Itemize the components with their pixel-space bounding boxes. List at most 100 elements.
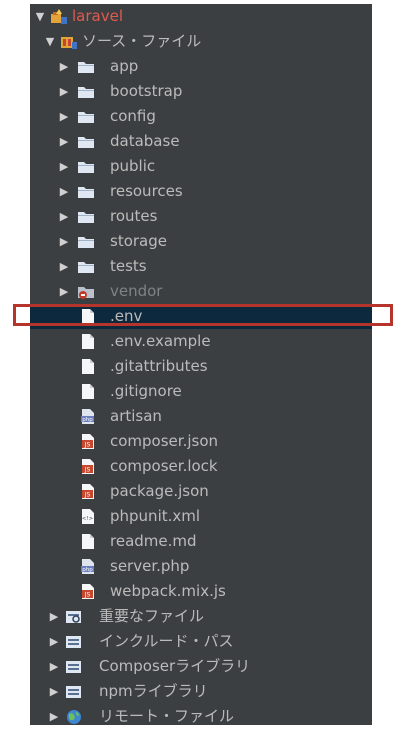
collapsed-arrow-icon[interactable]: ▶ <box>58 54 70 79</box>
js-file-icon: JS <box>82 584 94 599</box>
svg-text:<!>: <!> <box>82 516 94 522</box>
tree-item-label: routes <box>110 207 158 225</box>
folder-icon <box>78 237 94 248</box>
tree-item-folder[interactable]: ▶ resources <box>30 179 372 204</box>
svg-text:JS: JS <box>84 592 91 599</box>
tree-item-folder[interactable]: ▶ tests <box>30 254 372 279</box>
tree-item-folder[interactable]: ▶ bootstrap <box>30 79 372 104</box>
tree-item-label: artisan <box>110 407 162 425</box>
file-icon <box>82 334 94 349</box>
tree-item-folder[interactable]: ▶ public <box>30 154 372 179</box>
expanded-arrow-icon[interactable]: ▼ <box>34 4 46 29</box>
tree-item-label: phpunit.xml <box>110 507 201 525</box>
collapsed-arrow-icon[interactable]: ▶ <box>58 129 70 154</box>
folder-icon <box>78 137 94 148</box>
tree-item-folder[interactable]: ▶ vendor <box>30 279 372 304</box>
folder-icon <box>78 187 94 198</box>
tree-item-file[interactable]: JS webpack.mix.js <box>30 579 372 604</box>
collapsed-arrow-icon[interactable]: ▶ <box>48 704 60 729</box>
collapsed-arrow-icon[interactable]: ▶ <box>48 604 60 629</box>
collapsed-arrow-icon[interactable]: ▶ <box>58 79 70 104</box>
tree-item-label: database <box>110 132 180 150</box>
tree-item-file[interactable]: <!> phpunit.xml <box>30 504 372 529</box>
svg-text:php: php <box>82 567 93 573</box>
ignored-folder-icon <box>78 287 94 299</box>
tree-item-label: laravel <box>72 7 123 25</box>
tree-item-file[interactable]: JS composer.json <box>30 429 372 454</box>
xml-file-icon: <!> <box>82 509 94 524</box>
collapsed-arrow-icon[interactable]: ▶ <box>58 279 70 304</box>
library-icon <box>66 661 81 673</box>
tree-item-label: vendor <box>110 282 163 300</box>
folder-icon <box>78 262 94 273</box>
tree-item-label: インクルード・パス <box>99 632 234 650</box>
tree-item-file[interactable]: php artisan <box>30 404 372 429</box>
collapsed-arrow-icon[interactable]: ▶ <box>58 179 70 204</box>
tree-item-folder[interactable]: ▶ database <box>30 129 372 154</box>
tree-item-label: storage <box>110 232 167 250</box>
include-path-icon <box>66 636 81 648</box>
collapsed-arrow-icon[interactable]: ▶ <box>58 229 70 254</box>
php-file-icon: php <box>81 559 94 574</box>
collapsed-arrow-icon[interactable]: ▶ <box>58 154 70 179</box>
tree-item-file[interactable]: .gitattributes <box>30 354 372 379</box>
tree-item-label: 重要なファイル <box>99 607 205 625</box>
js-file-icon: JS <box>82 484 94 499</box>
tree-item-npm-libraries[interactable]: ▶ npmライブラリ <box>30 679 372 704</box>
project-icon <box>51 9 67 24</box>
tree-item-source-files[interactable]: ▼ ソース・ファイル <box>30 29 372 54</box>
tree-item-file[interactable]: JS package.json <box>30 479 372 504</box>
tree-item-remote-files[interactable]: ▶ リモート・ファイル <box>30 704 372 729</box>
folder-icon <box>78 112 94 123</box>
tree-item-label: npmライブラリ <box>99 682 208 700</box>
tree-item-folder[interactable]: ▶ config <box>30 104 372 129</box>
tree-item-file[interactable]: .env.example <box>30 329 372 354</box>
svg-text:JS: JS <box>84 442 91 449</box>
expanded-arrow-icon[interactable]: ▼ <box>44 29 56 54</box>
tree-item-label: resources <box>110 182 183 200</box>
tree-item-file[interactable]: .gitignore <box>30 379 372 404</box>
tree-item-file[interactable]: readme.md <box>30 529 372 554</box>
tree-item-label: Composerライブラリ <box>99 657 251 675</box>
highlight-frame <box>13 304 393 326</box>
svg-text:JS: JS <box>84 467 91 474</box>
js-file-icon: JS <box>82 459 94 474</box>
tree-item-label: public <box>110 157 156 175</box>
folder-icon <box>78 62 94 73</box>
tree-item-label: config <box>110 107 156 125</box>
tree-item-folder[interactable]: ▶ app <box>30 54 372 79</box>
tree-item-label: bootstrap <box>110 82 183 100</box>
tree-item-important-files[interactable]: ▶ 重要なファイル <box>30 604 372 629</box>
source-package-icon <box>61 37 77 49</box>
folder-icon <box>78 87 94 98</box>
library-icon <box>66 686 81 698</box>
tree-item-label: ソース・ファイル <box>82 32 202 50</box>
tree-item-file[interactable]: JS composer.lock <box>30 454 372 479</box>
tree-item-label: readme.md <box>110 532 197 550</box>
js-file-icon: JS <box>82 434 94 449</box>
tree-item-label: .env.example <box>110 332 211 350</box>
tree-item-label: app <box>110 57 139 75</box>
svg-text:JS: JS <box>84 492 91 499</box>
file-icon <box>82 534 94 549</box>
tree-item-project[interactable]: ▼ laravel <box>30 4 372 29</box>
tree-item-label: package.json <box>110 482 209 500</box>
tree-item-folder[interactable]: ▶ storage <box>30 229 372 254</box>
php-file-icon: php <box>81 409 94 424</box>
collapsed-arrow-icon[interactable]: ▶ <box>48 629 60 654</box>
tree-item-composer-libraries[interactable]: ▶ Composerライブラリ <box>30 654 372 679</box>
svg-text:php: php <box>82 417 93 423</box>
tree-item-label: server.php <box>110 557 190 575</box>
collapsed-arrow-icon[interactable]: ▶ <box>58 254 70 279</box>
tree-item-label: tests <box>110 257 147 275</box>
tree-item-folder[interactable]: ▶ routes <box>30 204 372 229</box>
collapsed-arrow-icon[interactable]: ▶ <box>48 679 60 704</box>
important-files-icon <box>66 611 81 623</box>
collapsed-arrow-icon[interactable]: ▶ <box>58 104 70 129</box>
tree-item-label: webpack.mix.js <box>110 582 226 600</box>
tree-item-file[interactable]: php server.php <box>30 554 372 579</box>
collapsed-arrow-icon[interactable]: ▶ <box>58 204 70 229</box>
folder-icon <box>78 212 94 223</box>
tree-item-include-path[interactable]: ▶ インクルード・パス <box>30 629 372 654</box>
collapsed-arrow-icon[interactable]: ▶ <box>48 654 60 679</box>
